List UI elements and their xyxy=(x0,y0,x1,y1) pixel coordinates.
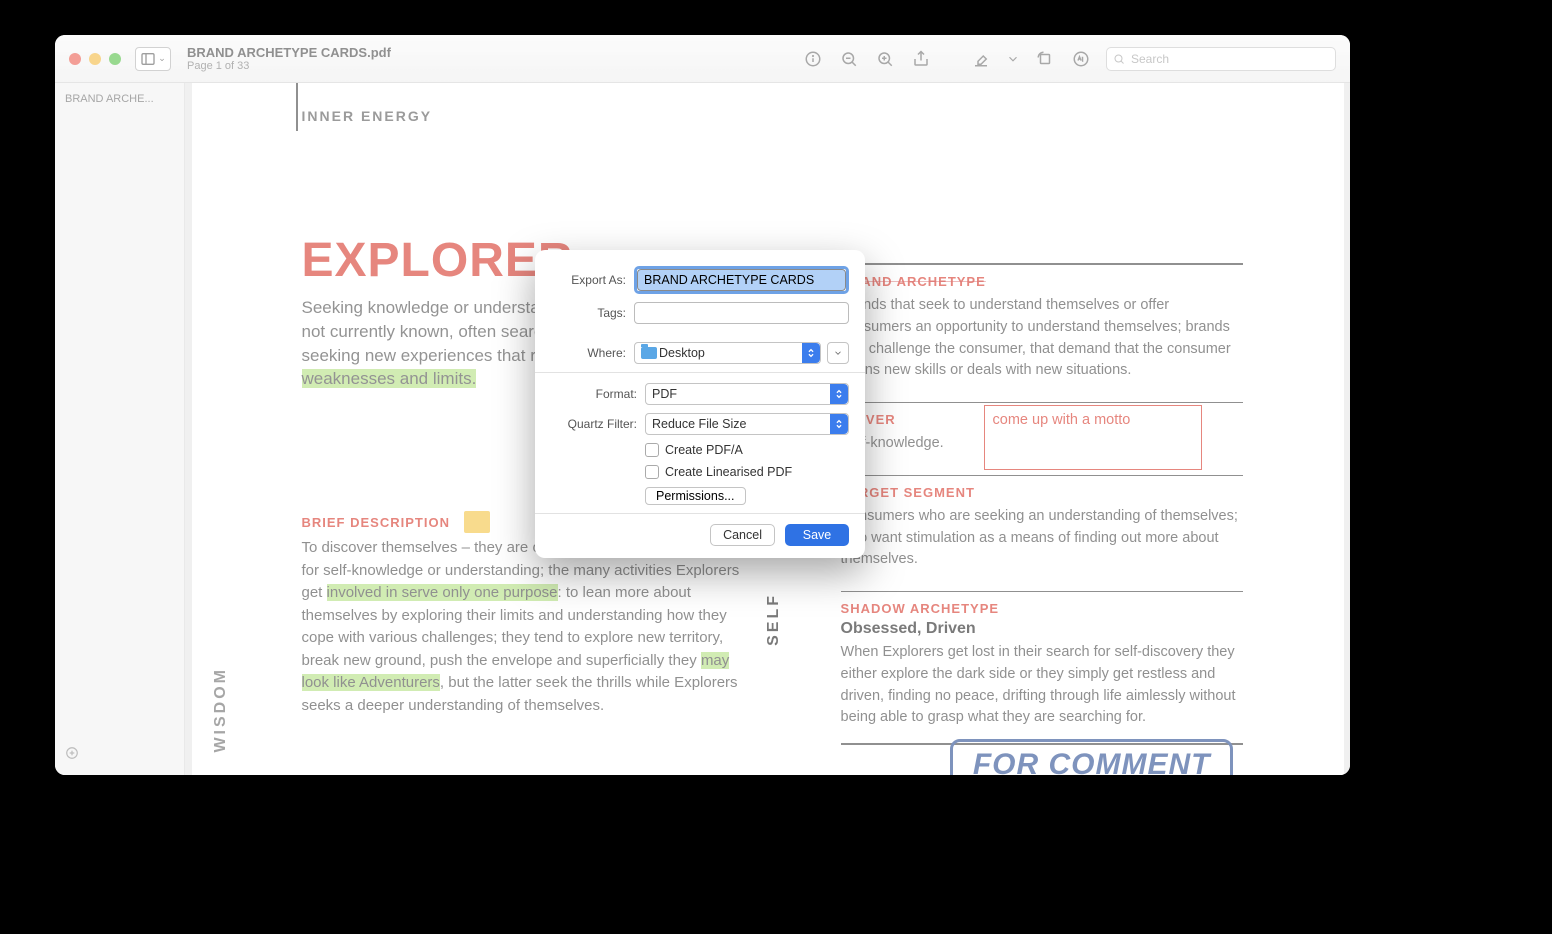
cancel-button[interactable]: Cancel xyxy=(710,524,775,546)
note-icon[interactable] xyxy=(464,511,490,533)
brief-description-text: To discover themselves – they are on a t… xyxy=(302,537,751,717)
create-linearised-checkbox[interactable] xyxy=(645,465,659,479)
export-as-input[interactable] xyxy=(637,269,846,291)
quartz-filter-value: Reduce File Size xyxy=(652,417,747,431)
create-linearised-label: Create Linearised PDF xyxy=(665,465,792,479)
sidebar-thumb-label[interactable]: BRAND ARCHE... xyxy=(65,93,174,105)
create-pdfa-checkbox[interactable] xyxy=(645,443,659,457)
search-placeholder: Search xyxy=(1131,52,1169,66)
shadow-archetype-label: SHADOW ARCHETYPE xyxy=(841,601,1000,616)
where-value: Desktop xyxy=(659,346,705,360)
format-select[interactable]: PDF xyxy=(645,383,849,405)
highlight-green: weaknesses and limits. xyxy=(302,369,477,388)
titlebar: ⌄ BRAND ARCHETYPE CARDS.pdf Page 1 of 33… xyxy=(55,35,1350,83)
wisdom-label: WISDOM xyxy=(212,667,230,753)
format-label: Format: xyxy=(551,387,637,401)
search-field[interactable]: Search xyxy=(1106,47,1336,71)
minimize-window-button[interactable] xyxy=(89,53,101,65)
rotate-icon[interactable] xyxy=(1034,48,1056,70)
highlight-icon[interactable] xyxy=(970,48,992,70)
export-sheet: Export As: Tags: Where: Desktop Format: xyxy=(535,250,865,558)
export-as-label: Export As: xyxy=(551,273,626,287)
highlight-green-2: involved in serve only one purpose xyxy=(327,584,558,601)
annotation-text: come up with a motto xyxy=(993,412,1131,428)
traffic-lights xyxy=(69,53,121,65)
markup-icon[interactable] xyxy=(1070,48,1092,70)
share-icon[interactable] xyxy=(910,48,932,70)
annotation-box[interactable]: come up with a motto xyxy=(984,405,1202,470)
info-icon[interactable] xyxy=(802,48,824,70)
quartz-filter-select[interactable]: Reduce File Size xyxy=(645,413,849,435)
where-select[interactable]: Desktop xyxy=(634,342,821,364)
create-pdfa-label: Create PDF/A xyxy=(665,443,743,457)
sidebar-add-button[interactable] xyxy=(65,741,174,765)
brief-description-label: BRIEF DESCRIPTION xyxy=(302,515,450,530)
quartz-filter-label: Quartz Filter: xyxy=(551,417,637,431)
folder-icon xyxy=(641,347,657,359)
zoom-out-icon[interactable] xyxy=(838,48,860,70)
permissions-button[interactable]: Permissions... xyxy=(645,487,746,505)
thumbnail-sidebar: BRAND ARCHE... xyxy=(55,83,185,775)
shadow-archetype-text: When Explorers get lost in their search … xyxy=(841,642,1244,729)
shadow-archetype-bold: Obsessed, Driven xyxy=(841,620,1244,638)
format-value: PDF xyxy=(652,387,677,401)
highlight-dropdown-icon[interactable] xyxy=(1006,48,1020,70)
document-title: BRAND ARCHETYPE CARDS.pdf xyxy=(187,45,391,60)
inner-energy-label: INNER ENERGY xyxy=(302,108,433,124)
page-indicator: Page 1 of 33 xyxy=(187,60,391,72)
sidebar-toggle-button[interactable]: ⌄ xyxy=(135,47,171,71)
target-segment-text: Consumers who are seeking an understandi… xyxy=(841,506,1244,571)
fullscreen-window-button[interactable] xyxy=(109,53,121,65)
tags-label: Tags: xyxy=(551,306,626,320)
where-expand-button[interactable] xyxy=(827,342,849,364)
save-button[interactable]: Save xyxy=(785,524,849,546)
tags-input[interactable] xyxy=(634,302,849,324)
zoom-in-icon[interactable] xyxy=(874,48,896,70)
close-window-button[interactable] xyxy=(69,53,81,65)
self-label: SELF xyxy=(765,593,783,646)
where-label: Where: xyxy=(551,346,626,360)
brand-archetype-text: Brands that seek to understand themselve… xyxy=(841,295,1244,382)
for-comment-stamp[interactable]: FOR COMMENT xyxy=(950,739,1234,775)
